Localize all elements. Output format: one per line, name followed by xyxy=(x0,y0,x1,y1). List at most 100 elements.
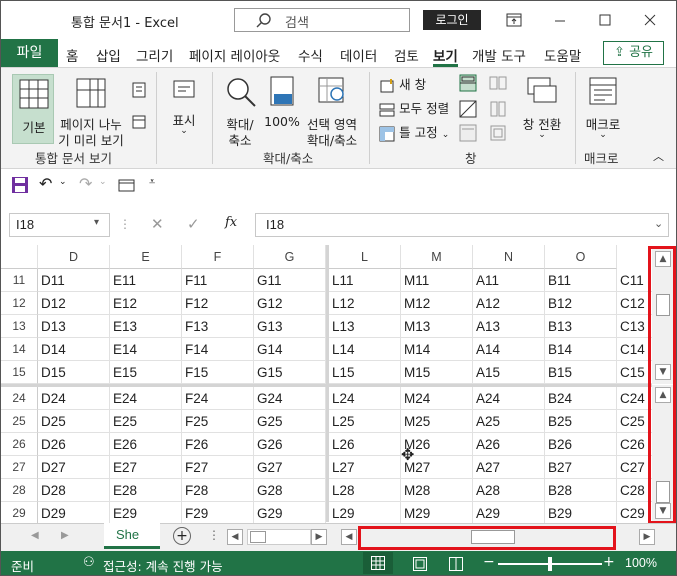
enter-icon[interactable]: ✓ xyxy=(187,215,200,233)
unhide-icon[interactable] xyxy=(459,124,477,142)
accessibility-icon[interactable]: ⚇ xyxy=(83,555,95,570)
split-icon[interactable] xyxy=(459,74,477,92)
show-button[interactable]: 표시 ⌄ xyxy=(163,74,205,144)
tab-insert[interactable]: 삽입 xyxy=(96,45,121,65)
zoom-button[interactable]: 확대/ 축소 xyxy=(219,74,261,148)
tab-formulas[interactable]: 수식 xyxy=(298,45,323,65)
table-cell[interactable]: D28 xyxy=(38,479,110,502)
column-header[interactable]: E xyxy=(110,245,182,269)
table-cell[interactable]: B11 xyxy=(545,269,617,292)
collapse-ribbon-icon[interactable]: ︿ xyxy=(653,148,664,164)
next-sheet-icon[interactable]: ▶ xyxy=(61,530,69,541)
expand-formula-icon[interactable]: ⌄ xyxy=(654,217,663,230)
table-cell[interactable]: M15 xyxy=(401,361,473,384)
cancel-icon[interactable]: ✕ xyxy=(151,215,164,233)
table-cell[interactable]: F14 xyxy=(182,338,254,361)
table-cell[interactable]: A11 xyxy=(473,269,545,292)
table-cell[interactable]: A26 xyxy=(473,433,545,456)
row-header[interactable]: 14 xyxy=(1,338,38,361)
table-cell[interactable]: M14 xyxy=(401,338,473,361)
table-cell[interactable]: L28 xyxy=(329,479,401,502)
normal-view-button[interactable]: 기본 xyxy=(12,74,54,144)
switch-windows-button[interactable]: 창 전환 ⌄ xyxy=(516,74,568,144)
table-cell[interactable]: D24 xyxy=(38,387,110,410)
table-cell[interactable]: A29 xyxy=(473,502,545,525)
save-icon[interactable] xyxy=(11,176,29,194)
table-cell[interactable]: F26 xyxy=(182,433,254,456)
redo-dropdown-icon[interactable]: ⌄ xyxy=(99,177,107,187)
table-cell[interactable]: D15 xyxy=(38,361,110,384)
arrange-all-button[interactable]: 모두 정렬 xyxy=(379,98,449,118)
table-cell[interactable]: B25 xyxy=(545,410,617,433)
table-cell[interactable]: B14 xyxy=(545,338,617,361)
scroll-right-icon[interactable]: ▶ xyxy=(639,529,655,545)
new-window-button[interactable]: 새 창 xyxy=(379,74,426,94)
formula-input[interactable]: I18 ⌄ xyxy=(255,213,669,237)
column-header[interactable]: D xyxy=(38,245,110,269)
reset-window-position-icon[interactable] xyxy=(489,124,507,142)
table-cell[interactable]: F27 xyxy=(182,456,254,479)
normal-view-status-button[interactable] xyxy=(363,552,393,574)
table-cell[interactable]: A14 xyxy=(473,338,545,361)
view-side-by-side-icon[interactable] xyxy=(489,74,507,92)
table-cell[interactable]: L14 xyxy=(329,338,401,361)
table-cell[interactable]: E29 xyxy=(110,502,182,525)
minimize-icon[interactable] xyxy=(549,9,571,31)
zoom-slider[interactable] xyxy=(498,557,602,571)
table-cell[interactable]: E11 xyxy=(110,269,182,292)
table-cell[interactable]: G26 xyxy=(254,433,326,456)
table-cell[interactable]: B13 xyxy=(545,315,617,338)
table-cell[interactable]: M13 xyxy=(401,315,473,338)
table-cell[interactable]: D26 xyxy=(38,433,110,456)
freeze-panes-button[interactable]: 틀 고정 ⌄ xyxy=(379,122,449,142)
page-break-preview-button[interactable]: 페이지 나누 기 미리 보기 xyxy=(57,74,125,148)
hide-icon[interactable] xyxy=(459,100,477,118)
scroll-right-icon[interactable]: ▶ xyxy=(311,529,327,545)
add-sheet-icon[interactable]: + xyxy=(173,527,191,545)
table-cell[interactable]: D25 xyxy=(38,410,110,433)
macros-button[interactable]: 매크로 ⌄ xyxy=(581,74,625,144)
table-cell[interactable]: A25 xyxy=(473,410,545,433)
table-cell[interactable]: M28 xyxy=(401,479,473,502)
page-layout-view-icon[interactable] xyxy=(131,82,147,98)
column-header[interactable]: L xyxy=(329,245,401,269)
row-header[interactable]: 12 xyxy=(1,292,38,315)
column-header[interactable]: G xyxy=(254,245,326,269)
table-cell[interactable]: D27 xyxy=(38,456,110,479)
undo-icon[interactable]: ↶ xyxy=(39,174,52,193)
table-cell[interactable]: D29 xyxy=(38,502,110,525)
table-cell[interactable]: A13 xyxy=(473,315,545,338)
table-cell[interactable]: A12 xyxy=(473,292,545,315)
zoom-out-icon[interactable]: − xyxy=(483,554,495,570)
zoom-100-button[interactable]: 100% xyxy=(263,74,301,144)
table-cell[interactable]: L13 xyxy=(329,315,401,338)
table-cell[interactable]: E27 xyxy=(110,456,182,479)
table-cell[interactable]: B27 xyxy=(545,456,617,479)
table-cell[interactable]: E14 xyxy=(110,338,182,361)
tab-view[interactable]: 보기 xyxy=(433,45,458,67)
table-cell[interactable]: F24 xyxy=(182,387,254,410)
login-button[interactable]: 로그인 xyxy=(423,10,481,30)
table-cell[interactable]: G29 xyxy=(254,502,326,525)
row-header[interactable]: 13 xyxy=(1,315,38,338)
table-cell[interactable]: A27 xyxy=(473,456,545,479)
open-folder-icon[interactable] xyxy=(118,177,136,193)
maximize-icon[interactable] xyxy=(594,9,616,31)
table-cell[interactable]: M24 xyxy=(401,387,473,410)
name-box[interactable]: I18 ▾ xyxy=(9,213,110,237)
tab-draw[interactable]: 그리기 xyxy=(136,45,173,65)
table-cell[interactable]: E26 xyxy=(110,433,182,456)
table-cell[interactable]: D13 xyxy=(38,315,110,338)
table-cell[interactable]: F11 xyxy=(182,269,254,292)
table-cell[interactable]: B29 xyxy=(545,502,617,525)
row-header[interactable]: 15 xyxy=(1,361,38,384)
splitter-icon[interactable]: ⋮ xyxy=(208,528,220,542)
horizontal-scrollbar-left[interactable] xyxy=(247,529,311,545)
table-cell[interactable]: F28 xyxy=(182,479,254,502)
tab-developer[interactable]: 개발 도구 xyxy=(472,45,526,65)
table-cell[interactable]: G27 xyxy=(254,456,326,479)
table-cell[interactable]: B12 xyxy=(545,292,617,315)
table-cell[interactable]: B15 xyxy=(545,361,617,384)
close-icon[interactable] xyxy=(639,9,661,31)
page-break-icon[interactable] xyxy=(449,557,463,571)
